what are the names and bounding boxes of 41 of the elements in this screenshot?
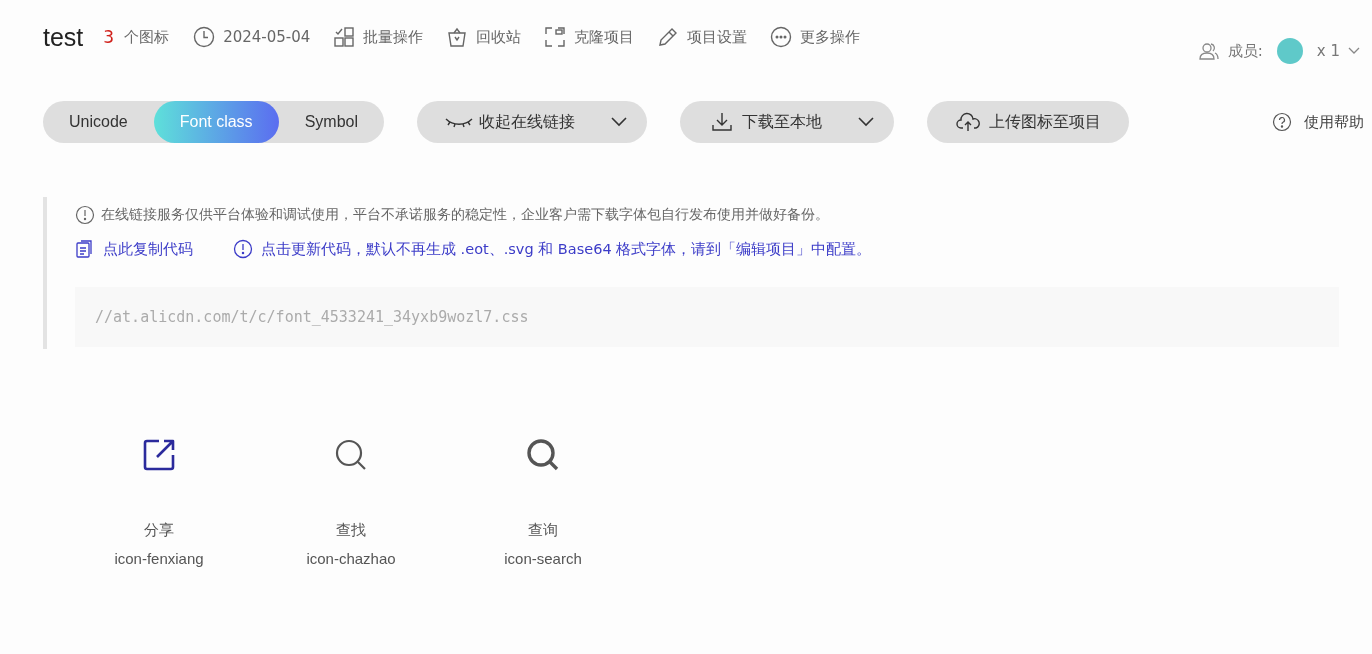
trash-icon	[446, 26, 469, 48]
update-code-link[interactable]: 点击更新代码，默认不再生成 .eot、.svg 和 Base64 格式字体，请到「编辑项目」中配置。	[233, 239, 872, 259]
css-url: //at.alicdn.com/t/c/font_4533241_34yxb9wozl7.css	[95, 308, 529, 326]
icon-class-name: icon-search	[504, 550, 582, 567]
chevron-down-icon[interactable]	[1348, 47, 1360, 55]
clone-icon	[544, 26, 567, 48]
info-icon	[233, 239, 253, 259]
help-link[interactable]: 使用帮助	[1272, 112, 1364, 132]
toolbar-item[interactable]: 克隆项目	[544, 26, 635, 48]
clock-icon	[193, 26, 216, 48]
document-icon	[75, 239, 95, 259]
toolbar-item[interactable]: 2024-05-04	[193, 26, 311, 48]
format-tab[interactable]: Unicode	[43, 101, 154, 143]
copy-code-link[interactable]: 点此复制代码	[75, 239, 193, 259]
icon-name: 分享	[144, 521, 174, 540]
icon-class-name: icon-chazhao	[306, 550, 396, 567]
info-icon	[75, 205, 95, 225]
caret-icon	[858, 117, 874, 127]
users-icon	[1197, 40, 1220, 62]
icon-class-name: icon-fenxiang	[114, 550, 204, 567]
toolbar-item[interactable]: 项目设置	[657, 26, 748, 48]
icon-name: 查询	[528, 521, 558, 540]
more-icon	[770, 26, 793, 48]
action-button[interactable]: 收起在线链接	[417, 101, 647, 143]
format-tab[interactable]: Symbol	[278, 101, 384, 143]
action-button[interactable]: 上传图标至项目	[927, 101, 1129, 143]
project-name: test	[43, 22, 84, 52]
batch-icon	[333, 26, 356, 48]
members-label: 成员:	[1227, 41, 1263, 61]
toolbar-item[interactable]: 批量操作	[333, 26, 424, 48]
action-button[interactable]: 下载至本地	[680, 101, 894, 143]
help-icon	[1272, 112, 1292, 132]
icon-name: 查找	[336, 521, 366, 540]
cloud-upload-icon	[955, 111, 983, 133]
member-count: x 1	[1316, 42, 1340, 60]
caret-icon	[611, 117, 627, 127]
toolbar-item[interactable]: 更多操作	[770, 26, 861, 48]
icon-count-label: 个图标	[124, 27, 170, 47]
toolbar-item[interactable]: 回收站	[446, 26, 522, 48]
notice-text: 在线链接服务仅供平台体验和调试使用，平台不承诺服务的稳定性，企业客户需下载字体包自行发布使用并做好备份。	[101, 206, 829, 224]
icon-count: 3	[103, 27, 115, 47]
